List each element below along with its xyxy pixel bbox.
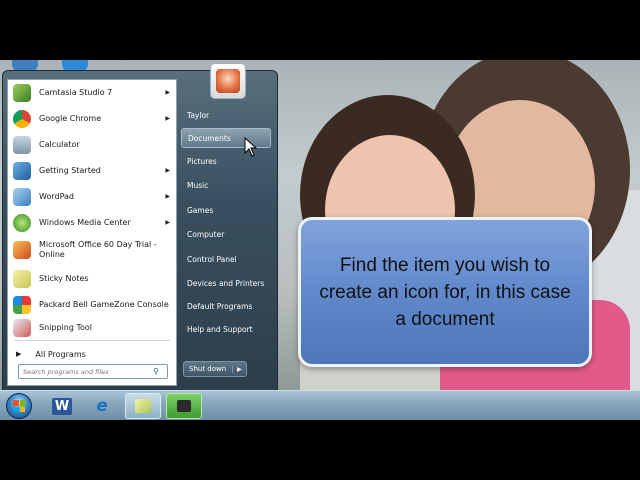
tutorial-callout: Find the item you wish to create an icon… (298, 217, 592, 367)
program-item-chrome[interactable]: Google Chrome ▶ (8, 106, 176, 131)
program-item-office-trial[interactable]: Microsoft Office 60 Day Trial - Online (8, 235, 176, 265)
submenu-arrow-icon: ▶ (165, 167, 170, 174)
media-center-icon (13, 213, 31, 232)
program-label: Getting Started (39, 165, 101, 175)
program-item-wordpad[interactable]: WordPad ▶ (8, 184, 176, 209)
user-picture[interactable] (210, 63, 246, 99)
callout-text: Find the item you wish to create an icon… (319, 254, 571, 330)
program-item-snipping-tool[interactable]: Snipping Tool (8, 318, 176, 338)
shutdown-options-arrow-icon[interactable]: ▶ (231, 365, 246, 373)
program-item-calculator[interactable]: Calculator (8, 132, 176, 157)
getting-started-icon (13, 161, 31, 180)
wordpad-icon (13, 187, 31, 206)
mouse-pointer-icon (244, 137, 258, 157)
program-label: Snipping Tool (39, 323, 92, 332)
right-item-music[interactable]: Music (181, 175, 271, 195)
program-item-sticky-notes[interactable]: Sticky Notes (8, 266, 176, 291)
all-programs-button[interactable]: ▶ All Programs (8, 345, 176, 363)
camtasia-icon (13, 83, 31, 102)
sticky-notes-icon (13, 269, 31, 288)
right-item-computer[interactable]: Computer (181, 224, 271, 244)
word-icon: W (51, 397, 73, 415)
program-label: Camtasia Studio 7 (39, 87, 113, 97)
right-item-label: Computer (187, 229, 225, 239)
program-label: Google Chrome (39, 113, 102, 123)
submenu-arrow-icon: ▶ (165, 115, 170, 122)
menu-divider (14, 340, 170, 341)
submenu-arrow-icon: ▶ (165, 89, 170, 96)
snipping-tool-icon (13, 319, 31, 337)
program-item-camtasia[interactable]: Camtasia Studio 7 ▶ (8, 80, 176, 105)
all-programs-label: All Programs (35, 349, 86, 359)
submenu-arrow-icon: ▶ (165, 219, 170, 226)
right-item-label: Default Programs (187, 301, 253, 311)
program-item-gamezone[interactable]: Packard Bell GameZone Console (8, 292, 176, 317)
program-label: Sticky Notes (39, 273, 89, 283)
shutdown-button[interactable]: Shut down ▶ (183, 361, 247, 377)
program-item-media-center[interactable]: Windows Media Center ▶ (8, 210, 176, 235)
windows-logo-icon (13, 400, 25, 412)
start-menu-programs-pane: Camtasia Studio 7 ▶ Google Chrome ▶ Calc… (7, 79, 177, 386)
gamezone-icon (13, 295, 31, 314)
taskbar-ie-button[interactable]: e (84, 393, 120, 419)
internet-explorer-icon: e (96, 396, 108, 416)
right-item-help-support[interactable]: Help and Support (181, 319, 271, 339)
right-item-label: Music (187, 180, 209, 190)
program-label: Packard Bell GameZone Console (39, 299, 169, 309)
search-input[interactable] (19, 366, 153, 377)
office-icon (13, 241, 31, 259)
start-menu: Camtasia Studio 7 ▶ Google Chrome ▶ Calc… (2, 63, 278, 393)
taskbar-camtasia-button[interactable] (166, 393, 202, 419)
right-item-label: Taylor (187, 110, 210, 120)
user-avatar-icon (216, 69, 240, 93)
right-item-default-programs[interactable]: Default Programs (181, 296, 271, 316)
right-item-control-panel[interactable]: Control Panel (181, 249, 271, 269)
program-item-getting-started[interactable]: Getting Started ▶ (8, 158, 176, 183)
right-item-devices-printers[interactable]: Devices and Printers (181, 273, 271, 293)
right-item-label: Pictures (187, 156, 217, 166)
taskbar-sticky-notes-button[interactable] (125, 393, 161, 419)
sticky-notes-icon (135, 399, 151, 413)
right-item-label: Control Panel (187, 254, 237, 264)
submenu-arrow-icon: ▶ (165, 193, 170, 200)
taskbar-word-button[interactable]: W (44, 393, 80, 419)
program-label: Microsoft Office 60 Day Trial - Online (39, 240, 157, 259)
search-icon[interactable]: ⚲ (153, 367, 159, 376)
right-item-label: Help and Support (187, 324, 253, 334)
right-item-label: Devices and Printers (187, 278, 265, 288)
taskbar: W e (0, 390, 640, 420)
calculator-icon (13, 135, 31, 154)
right-item-games[interactable]: Games (181, 200, 271, 220)
right-item-label: Games (187, 205, 214, 215)
shutdown-label: Shut down (189, 365, 227, 373)
program-label: Calculator (39, 139, 80, 149)
program-label: Windows Media Center (39, 217, 131, 227)
desktop-screen: Camtasia Studio 7 ▶ Google Chrome ▶ Calc… (0, 60, 640, 420)
program-label: WordPad (39, 191, 75, 201)
start-button[interactable] (6, 393, 32, 419)
search-box[interactable]: ⚲ (18, 364, 168, 379)
chrome-icon (13, 109, 31, 128)
right-item-label: Documents (188, 133, 231, 143)
arrow-right-icon: ▶ (16, 350, 22, 358)
right-item-user[interactable]: Taylor (181, 105, 271, 125)
camtasia-recorder-icon (177, 400, 191, 412)
